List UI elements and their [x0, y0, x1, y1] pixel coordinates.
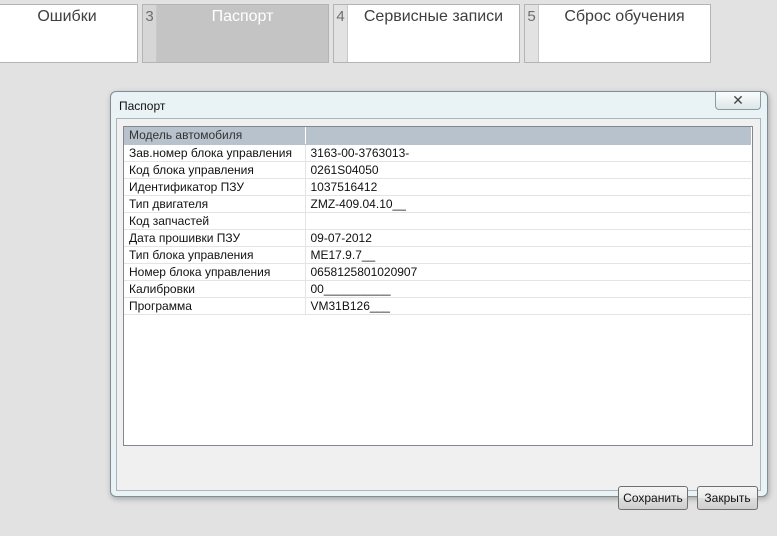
table-row[interactable]: Код запчастей — [124, 212, 751, 230]
row-key: Тип блока управления — [124, 246, 306, 264]
tab-passport-label: Паспорт — [211, 8, 274, 25]
tab-passport[interactable]: 3 Паспорт — [142, 4, 329, 63]
tab-reset-learning[interactable]: 5 Сброс обучения — [524, 4, 711, 63]
row-value: 00__________ — [305, 280, 751, 298]
passport-grid[interactable]: Модель автомобиля Зав.номер блока управле… — [123, 126, 753, 446]
passport-dialog: Паспорт ✕ Модель автомобиля Зав.номер бло… — [110, 91, 768, 510]
tab-service-records[interactable]: 4 Сервисные записи — [333, 4, 520, 63]
dialog-body: Модель автомобиля Зав.номер блока управле… — [116, 118, 761, 510]
tab-reset-learning-label: Сброс обучения — [564, 8, 685, 25]
row-key: Программа — [124, 297, 306, 315]
row-key: Дата прошивки ПЗУ — [124, 229, 306, 247]
tab-errors[interactable]: Ошибки — [0, 4, 138, 63]
table-row[interactable]: Номер блока управления 0658125801020907 — [124, 263, 751, 281]
passport-table: Модель автомобиля Зав.номер блока управле… — [124, 127, 751, 315]
row-value: 09-07-2012 — [305, 229, 751, 247]
row-value: 0658125801020907 — [305, 263, 751, 281]
row-key: Код запчастей — [124, 212, 306, 230]
table-row[interactable]: Зав.номер блока управления 3163-00-376301… — [124, 144, 751, 162]
row-key: Калибровки — [124, 280, 306, 298]
row-value: 0261S04050 — [305, 161, 751, 179]
row-value: ZMZ-409.04.10__ — [305, 195, 751, 213]
row-key: Код блока управления — [124, 161, 306, 179]
dialog-title: Паспорт — [119, 99, 166, 113]
table-row[interactable]: Калибровки 00__________ — [124, 280, 751, 298]
table-row[interactable]: Идентификатор ПЗУ 1037516412 — [124, 178, 751, 196]
close-icon[interactable]: ✕ — [715, 92, 761, 110]
row-value: VM31B126___ — [305, 297, 751, 315]
row-value: 1037516412 — [305, 178, 751, 196]
table-row[interactable]: Модель автомобиля — [124, 127, 751, 145]
tab-passport-number: 3 — [143, 5, 157, 62]
row-key: Идентификатор ПЗУ — [124, 178, 306, 196]
tab-errors-label: Ошибки — [37, 8, 97, 25]
table-row[interactable]: Тип блока управления ME17.9.7__ — [124, 246, 751, 264]
close-button[interactable]: Закрыть — [697, 486, 758, 510]
table-row[interactable]: Тип двигателя ZMZ-409.04.10__ — [124, 195, 751, 213]
table-row[interactable]: Дата прошивки ПЗУ 09-07-2012 — [124, 229, 751, 247]
table-row[interactable]: Программа VM31B126___ — [124, 297, 751, 315]
row-key: Модель автомобиля — [124, 127, 306, 145]
table-row[interactable]: Код блока управления 0261S04050 — [124, 161, 751, 179]
row-value — [305, 127, 751, 145]
save-button[interactable]: Сохранить — [618, 486, 688, 510]
row-key: Номер блока управления — [124, 263, 306, 281]
row-key: Тип двигателя — [124, 195, 306, 213]
tab-reset-learning-number: 5 — [525, 5, 539, 62]
row-value: 3163-00-3763013- — [305, 144, 751, 162]
tab-service-records-number: 4 — [334, 5, 348, 62]
tab-service-records-label: Сервисные записи — [363, 8, 504, 25]
row-value — [305, 212, 751, 230]
row-key: Зав.номер блока управления — [124, 144, 306, 162]
row-value: ME17.9.7__ — [305, 246, 751, 264]
